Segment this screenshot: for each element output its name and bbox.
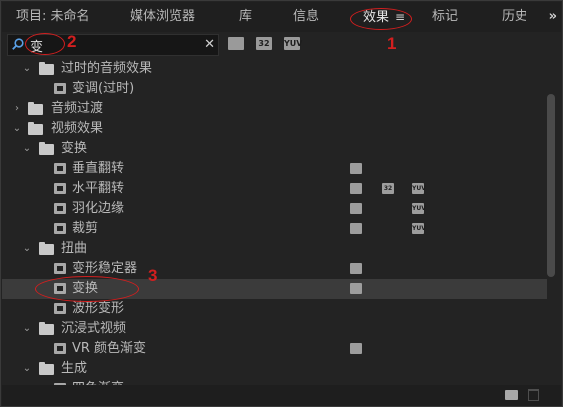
panel-menu-icon[interactable]: ≡ xyxy=(395,10,405,24)
tab-libraries[interactable]: 库 xyxy=(239,2,252,32)
folder-icon xyxy=(39,62,54,75)
effect-row[interactable]: VR 颜色渐变 xyxy=(2,339,547,359)
panel-tab-bar: 项目: 未命名 媒体浏览器 库 信息 效果 ≡ 标记 历史 » xyxy=(2,2,561,32)
tab-media-browser[interactable]: 媒体浏览器 xyxy=(130,2,195,32)
tree-item-label: 波形变形 xyxy=(72,301,125,316)
tab-markers[interactable]: 标记 xyxy=(432,2,458,32)
folder-icon xyxy=(28,122,43,135)
folder-icon xyxy=(39,362,54,375)
accelerated-badge-icon xyxy=(350,223,362,234)
folder-row[interactable]: ⌄ 生成 xyxy=(2,359,547,379)
effect-icon xyxy=(54,183,66,194)
tab-history[interactable]: 历史 xyxy=(502,2,526,32)
32bit-effects-filter-button[interactable]: 32 xyxy=(256,37,272,50)
tree-item-label: 变换 xyxy=(72,281,99,296)
accelerated-badge-icon xyxy=(350,203,362,214)
folder-icon xyxy=(39,142,54,155)
tree-item-label: 变换 xyxy=(61,141,88,156)
effect-row[interactable]: 变换 xyxy=(2,279,547,299)
tab-effects[interactable]: 效果 ≡ xyxy=(363,2,405,32)
tree-item-label: VR 颜色渐变 xyxy=(72,341,147,356)
folder-row[interactable]: › 音频过渡 xyxy=(2,99,547,119)
chevron-right-icon[interactable]: › xyxy=(12,99,22,119)
effect-icon xyxy=(54,223,66,234)
tree-item-label: 扭曲 xyxy=(61,241,88,256)
accelerated-badge-icon xyxy=(350,183,362,194)
bottom-toolbar xyxy=(2,385,561,406)
trash-icon[interactable] xyxy=(528,389,539,401)
accelerated-effects-filter-button[interactable] xyxy=(228,37,244,50)
effect-row[interactable]: 裁剪 YUV xyxy=(2,219,547,239)
effect-icon xyxy=(54,283,66,294)
tab-effects-label: 效果 xyxy=(363,10,390,25)
chevron-down-icon[interactable]: ⌄ xyxy=(22,59,32,79)
chevron-down-icon[interactable]: ⌄ xyxy=(22,139,32,159)
search-icon xyxy=(12,38,24,50)
effect-icon xyxy=(54,83,66,94)
annotation-number-3: 3 xyxy=(148,266,158,285)
folder-row[interactable]: ⌄ 视频效果 xyxy=(2,119,547,139)
tree-item-label: 沉浸式视频 xyxy=(61,321,127,336)
search-input[interactable] xyxy=(30,35,190,55)
chevron-down-icon[interactable]: ⌄ xyxy=(22,239,32,259)
scrollbar-thumb[interactable] xyxy=(547,94,555,277)
new-bin-icon[interactable] xyxy=(505,390,518,400)
yuv-badge-icon: YUV xyxy=(412,203,426,214)
search-field[interactable]: ✕ xyxy=(7,34,219,56)
effect-row[interactable]: 变调(过时) xyxy=(2,79,547,99)
accelerated-badge-icon xyxy=(350,163,362,174)
yuv-effects-filter-button[interactable]: YUV xyxy=(284,37,302,50)
chevron-down-icon[interactable]: ⌄ xyxy=(22,319,32,339)
accelerated-badge-icon xyxy=(350,263,362,274)
tab-project[interactable]: 项目: 未命名 xyxy=(16,2,90,32)
clear-search-icon[interactable]: ✕ xyxy=(204,35,215,55)
effects-panel: 项目: 未命名 媒体浏览器 库 信息 效果≡ 标记 历史 » ✕ 32 YUV … xyxy=(0,0,563,407)
tree-item-label: 音频过渡 xyxy=(51,101,104,116)
tree-item-label: 裁剪 xyxy=(72,221,99,236)
tree-item-label: 垂直翻转 xyxy=(72,161,125,176)
scrollbar[interactable] xyxy=(547,59,556,385)
tree-item-label: 变调(过时) xyxy=(72,81,135,96)
effect-row[interactable]: 羽化边缘 YUV xyxy=(2,199,547,219)
tree-item-label: 生成 xyxy=(61,361,88,376)
annotation-number-1: 1 xyxy=(387,34,397,53)
tab-info[interactable]: 信息 xyxy=(293,2,319,32)
effect-icon xyxy=(54,203,66,214)
tree-item-label: 视频效果 xyxy=(51,121,104,136)
accelerated-badge-icon xyxy=(350,343,362,354)
effect-row[interactable]: 波形变形 xyxy=(2,299,547,319)
effect-row[interactable]: 垂直翻转 xyxy=(2,159,547,179)
tree-item-label: 水平翻转 xyxy=(72,181,125,196)
folder-row[interactable]: ⌄ 扭曲 xyxy=(2,239,547,259)
effect-icon xyxy=(54,263,66,274)
chevron-down-icon[interactable]: ⌄ xyxy=(22,359,32,379)
annotation-number-2: 2 xyxy=(67,32,77,51)
yuv-badge-icon: YUV xyxy=(412,183,426,194)
accelerated-badge-icon xyxy=(350,283,362,294)
effects-tree: ⌄ 过时的音频效果 变调(过时) › 音频过渡 ⌄ 视频效果 ⌄ 变换 垂直翻转 水平翻转 32 YUV… xyxy=(2,59,547,385)
folder-row[interactable]: ⌄ 变换 xyxy=(2,139,547,159)
effect-row[interactable]: 变形稳定器 xyxy=(2,259,547,279)
tree-item-label: 变形稳定器 xyxy=(72,261,138,276)
folder-icon xyxy=(39,242,54,255)
folder-icon xyxy=(39,322,54,335)
chevron-down-icon[interactable]: ⌄ xyxy=(12,119,22,139)
tree-item-label: 过时的音频效果 xyxy=(61,61,153,76)
32bit-badge-icon: 32 xyxy=(382,183,394,194)
yuv-badge-icon: YUV xyxy=(412,223,426,234)
folder-icon xyxy=(28,102,43,115)
effect-row[interactable]: 水平翻转 32 YUV xyxy=(2,179,547,199)
overflow-tabs-icon[interactable]: » xyxy=(549,2,557,32)
effect-icon xyxy=(54,163,66,174)
tree-item-label: 羽化边缘 xyxy=(72,201,125,216)
effect-icon xyxy=(54,343,66,354)
effect-icon xyxy=(54,303,66,314)
folder-row[interactable]: ⌄ 沉浸式视频 xyxy=(2,319,547,339)
folder-row[interactable]: ⌄ 过时的音频效果 xyxy=(2,59,547,79)
